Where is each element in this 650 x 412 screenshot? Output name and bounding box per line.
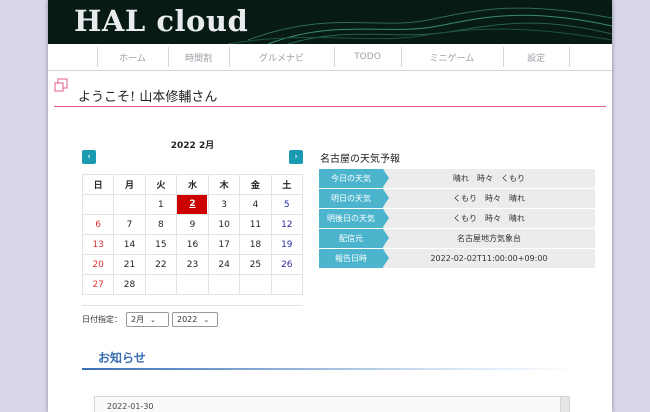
- nav-item-todo[interactable]: TODO: [333, 47, 401, 67]
- app-logo[interactable]: HAL cloud: [74, 4, 248, 38]
- weather-row-report-time: 報告日時 2022-02-02T11:00:00+09:00: [319, 249, 595, 268]
- windows-icon: [54, 78, 68, 92]
- calendar-day[interactable]: 22: [144, 254, 177, 275]
- calendar-week: 27 28: [81, 274, 304, 295]
- calendar-day[interactable]: 24: [207, 254, 241, 275]
- news-list[interactable]: 2022-01-30: [94, 396, 570, 412]
- nav-item-settings[interactable]: 設定: [502, 47, 570, 67]
- header-banner: HAL cloud: [48, 0, 612, 44]
- calendar-week: 20 21 22 23 24 25 26: [81, 254, 304, 275]
- calendar-day[interactable]: 8: [144, 214, 177, 235]
- calendar-day[interactable]: 23: [175, 254, 209, 275]
- weekday-row: 日 月 火 水 木 金 土: [81, 174, 304, 195]
- nav-item-minigame[interactable]: ミニゲーム: [400, 47, 503, 67]
- calendar-today[interactable]: 2: [177, 195, 208, 214]
- calendar-day[interactable]: 18: [239, 234, 272, 255]
- news-item-date[interactable]: 2022-01-30: [107, 402, 154, 411]
- date-picker: 日付指定： 2月 ⌄ 2022 ⌄: [82, 312, 221, 327]
- calendar-empty-cell: [113, 194, 146, 215]
- calendar-day[interactable]: 28: [113, 274, 146, 295]
- weather-key: 明日の天気: [319, 189, 389, 208]
- welcome-divider: [54, 106, 606, 107]
- weather-value: くもり 時々 晴れ: [383, 209, 595, 228]
- weather-value: 名古屋地方気象台: [383, 229, 595, 248]
- calendar-day[interactable]: 17: [207, 234, 241, 255]
- weekday-header: 水: [175, 174, 209, 195]
- weekday-header: 月: [113, 174, 146, 195]
- calendar-day[interactable]: 25: [239, 254, 272, 275]
- calendar-week: 6 7 8 9 10 11 12: [81, 214, 304, 235]
- weather-table: 今日の天気 晴れ 時々 くもり 明日の天気 くもり 時々 晴れ 明後日の天気 く…: [319, 169, 595, 269]
- news-title: お知らせ: [98, 351, 146, 365]
- next-month-button[interactable]: ›: [289, 150, 303, 164]
- weekday-header: 木: [207, 174, 241, 195]
- news-divider: [82, 368, 582, 370]
- calendar-day[interactable]: 21: [113, 254, 146, 275]
- month-select-value: 2月: [131, 315, 145, 324]
- weather-row-source: 配信元 名古屋地方気象台: [319, 229, 595, 248]
- main-nav: ホーム 時間割 グルメナビ TODO ミニゲーム 設定: [48, 44, 612, 71]
- calendar-day[interactable]: 13: [81, 234, 115, 255]
- calendar-day[interactable]: 5: [270, 194, 304, 215]
- weather-title: 名古屋の天気予報: [320, 154, 400, 165]
- calendar-empty-cell: [81, 194, 115, 215]
- calendar-day[interactable]: 26: [270, 254, 304, 275]
- year-select[interactable]: 2022 ⌄: [172, 312, 218, 327]
- calendar-day[interactable]: 10: [207, 214, 241, 235]
- calendar-day[interactable]: 7: [113, 214, 146, 235]
- calendar-title: 2022 2月: [170, 141, 215, 151]
- weather-key: 配信元: [319, 229, 389, 248]
- weekday-header: 火: [144, 174, 177, 195]
- prev-month-button[interactable]: ‹: [82, 150, 96, 164]
- calendar-body: 1 2 3 4 5 6 7 8 9 10 11 12 13 14 15 16 17 18 19 20 21 22 23 24 2…: [81, 194, 304, 295]
- calendar-empty-cell: [207, 274, 241, 295]
- weather-row-tomorrow: 明日の天気 くもり 時々 晴れ: [319, 189, 595, 208]
- calendar-day[interactable]: 11: [239, 214, 272, 235]
- weekday-header: 金: [239, 174, 272, 195]
- calendar-empty-cell: [270, 274, 304, 295]
- calendar-empty-cell: [239, 274, 272, 295]
- calendar-day[interactable]: 6: [81, 214, 115, 235]
- calendar-day[interactable]: 9: [175, 214, 209, 235]
- nav-item-timetable[interactable]: 時間割: [167, 47, 229, 67]
- calendar-day[interactable]: 12: [270, 214, 304, 235]
- weather-key: 報告日時: [319, 249, 389, 268]
- calendar-day[interactable]: 15: [144, 234, 177, 255]
- weekday-header: 土: [270, 174, 304, 195]
- calendar-week: 12345: [81, 194, 304, 215]
- calendar-day[interactable]: 1: [144, 194, 177, 215]
- calendar-day[interactable]: 27: [81, 274, 115, 295]
- month-select[interactable]: 2月 ⌄: [126, 312, 169, 327]
- news-scrollbar[interactable]: [560, 397, 569, 412]
- weekday-header: 日: [81, 174, 115, 195]
- weather-value: 晴れ 時々 くもり: [383, 169, 595, 188]
- weather-value: くもり 時々 晴れ: [383, 189, 595, 208]
- calendar-empty-cell: [144, 274, 177, 295]
- calendar-grid: 日 月 火 水 木 金 土 1 2 3 4 5 6 7 8 9 10 11 12 13 14 15 16 17 1…: [81, 174, 304, 295]
- weather-value: 2022-02-02T11:00:00+09:00: [383, 249, 595, 268]
- calendar-day[interactable]: 14: [113, 234, 146, 255]
- weather-key: 明後日の天気: [319, 209, 389, 228]
- nav-item-gourmet[interactable]: グルメナビ: [228, 47, 334, 67]
- calendar-divider: [82, 305, 303, 306]
- calendar-day[interactable]: 20: [81, 254, 115, 275]
- calendar-day[interactable]: 2: [175, 194, 209, 215]
- welcome-message: ようこそ! 山本修輔さん: [78, 90, 218, 105]
- calendar-day[interactable]: 4: [239, 194, 272, 215]
- calendar-day[interactable]: 16: [175, 234, 209, 255]
- year-select-value: 2022: [177, 315, 198, 324]
- calendar-day[interactable]: 19: [270, 234, 304, 255]
- chevron-down-icon: ⌄: [150, 315, 156, 324]
- nav-item-home[interactable]: ホーム: [96, 47, 168, 67]
- calendar-empty-cell: [175, 274, 209, 295]
- chevron-down-icon: ⌄: [203, 315, 210, 324]
- calendar-day[interactable]: 3: [207, 194, 241, 215]
- calendar-week: 13 14 15 16 17 18 19: [81, 234, 304, 255]
- date-picker-label: 日付指定：: [82, 315, 122, 324]
- weather-key: 今日の天気: [319, 169, 389, 188]
- weather-row-today: 今日の天気 晴れ 時々 くもり: [319, 169, 595, 188]
- weather-row-day-after: 明後日の天気 くもり 時々 晴れ: [319, 209, 595, 228]
- page: HAL cloud ホーム 時間割 グルメナビ TODO ミニゲーム 設定 よう…: [48, 0, 612, 412]
